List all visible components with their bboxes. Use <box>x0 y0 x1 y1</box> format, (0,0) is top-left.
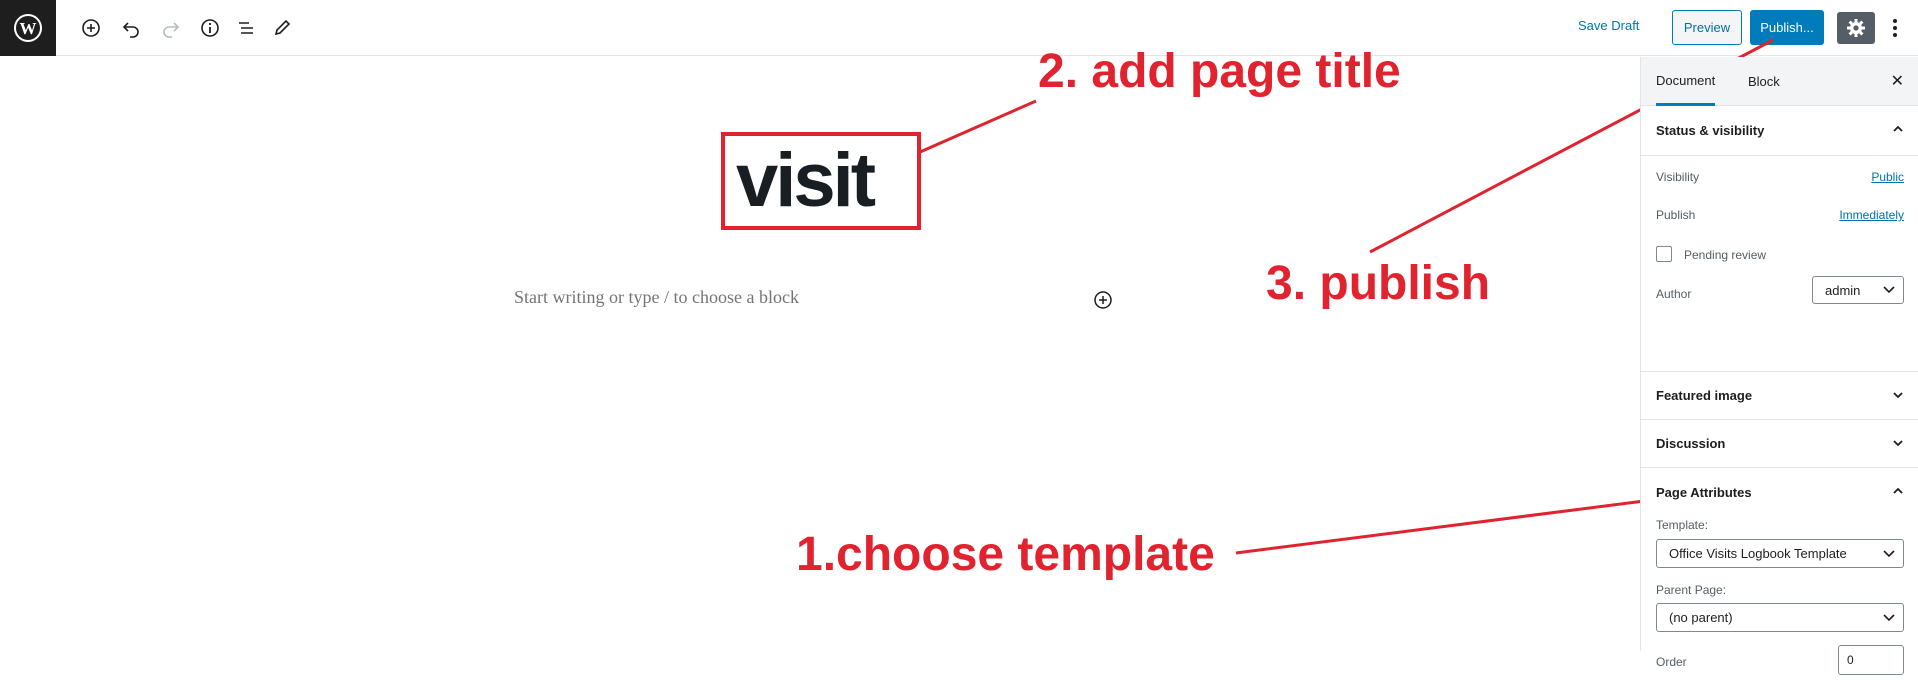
publish-label: Publish <box>1656 208 1696 222</box>
page-title[interactable]: visit <box>736 137 876 224</box>
template-select-value: Office Visits Logbook Template <box>1669 546 1847 561</box>
panel-title: Page Attributes <box>1656 484 1752 500</box>
block-placeholder[interactable]: Start writing or type / to choose a bloc… <box>514 287 799 308</box>
template-select[interactable]: Office Visits Logbook Template <box>1656 539 1904 568</box>
chevron-down-icon <box>1893 392 1903 399</box>
annotation-step-2: 2. add page title <box>1038 45 1401 98</box>
chevron-up-icon <box>1893 487 1903 494</box>
parent-page-select-value: (no parent) <box>1669 610 1733 625</box>
author-select[interactable]: admin <box>1812 276 1904 304</box>
panel-featured-image[interactable]: Featured image <box>1641 372 1918 420</box>
info-icon[interactable] <box>196 14 224 42</box>
author-select-value: admin <box>1825 282 1861 298</box>
visibility-link[interactable]: Public <box>1871 170 1904 184</box>
author-label: Author <box>1656 287 1692 301</box>
parent-page-label: Parent Page: <box>1656 583 1727 597</box>
panel-title: Status & visibility <box>1656 123 1765 138</box>
order-input[interactable]: 0 <box>1838 645 1904 675</box>
sidebar-tabs: Document Block ✕ <box>1641 57 1918 106</box>
redo-icon[interactable] <box>157 14 185 42</box>
inline-inserter-icon[interactable] <box>1092 289 1114 311</box>
chevron-down-icon <box>1883 286 1895 294</box>
panel-title: Discussion <box>1656 436 1726 451</box>
parent-page-select[interactable]: (no parent) <box>1656 603 1904 632</box>
annotation-step-1: 1.choose template <box>796 528 1215 581</box>
panel-status-visibility[interactable]: Status & visibility <box>1641 106 1918 156</box>
panel-discussion[interactable]: Discussion <box>1641 420 1918 468</box>
gear-icon[interactable] <box>1837 12 1875 44</box>
order-label: Order <box>1656 655 1687 669</box>
chevron-down-icon <box>1893 440 1903 447</box>
close-icon[interactable]: ✕ <box>1891 71 1904 91</box>
add-block-icon[interactable] <box>77 14 105 42</box>
save-draft-button[interactable]: Save Draft <box>1578 18 1639 33</box>
page-attributes-body: Template: Office Visits Logbook Template… <box>1641 516 1918 696</box>
order-input-value: 0 <box>1847 653 1854 667</box>
publish-button[interactable]: Publish... <box>1750 10 1824 45</box>
pending-review-checkbox[interactable] <box>1656 246 1672 262</box>
template-label: Template: <box>1656 518 1709 532</box>
visibility-label: Visibility <box>1656 170 1700 184</box>
chevron-down-icon <box>1883 613 1895 621</box>
editor-header: W Save Draft Preview Publish... <box>0 0 1918 56</box>
chevron-down-icon <box>1883 549 1895 557</box>
chevron-up-icon <box>1893 125 1903 132</box>
preview-button[interactable]: Preview <box>1672 10 1742 45</box>
more-vertical-icon[interactable] <box>1885 14 1905 42</box>
status-visibility-body: Visibility Public Publish Immediately Pe… <box>1641 156 1918 372</box>
edit-icon[interactable] <box>268 14 296 42</box>
settings-sidebar: Document Block ✕ Status & visibility Vis… <box>1640 57 1918 675</box>
panel-page-attributes[interactable]: Page Attributes <box>1641 468 1918 516</box>
tab-block[interactable]: Block <box>1748 57 1780 106</box>
list-view-icon[interactable] <box>232 14 260 42</box>
undo-icon[interactable] <box>117 14 145 42</box>
wordpress-icon[interactable]: W <box>0 0 56 56</box>
pending-review-label: Pending review <box>1684 248 1767 262</box>
publish-date-link[interactable]: Immediately <box>1839 208 1904 222</box>
panel-title: Featured image <box>1656 388 1753 403</box>
annotation-step-3: 3. publish <box>1266 257 1491 310</box>
tab-document[interactable]: Document <box>1656 57 1715 106</box>
svg-text:W: W <box>20 19 37 38</box>
